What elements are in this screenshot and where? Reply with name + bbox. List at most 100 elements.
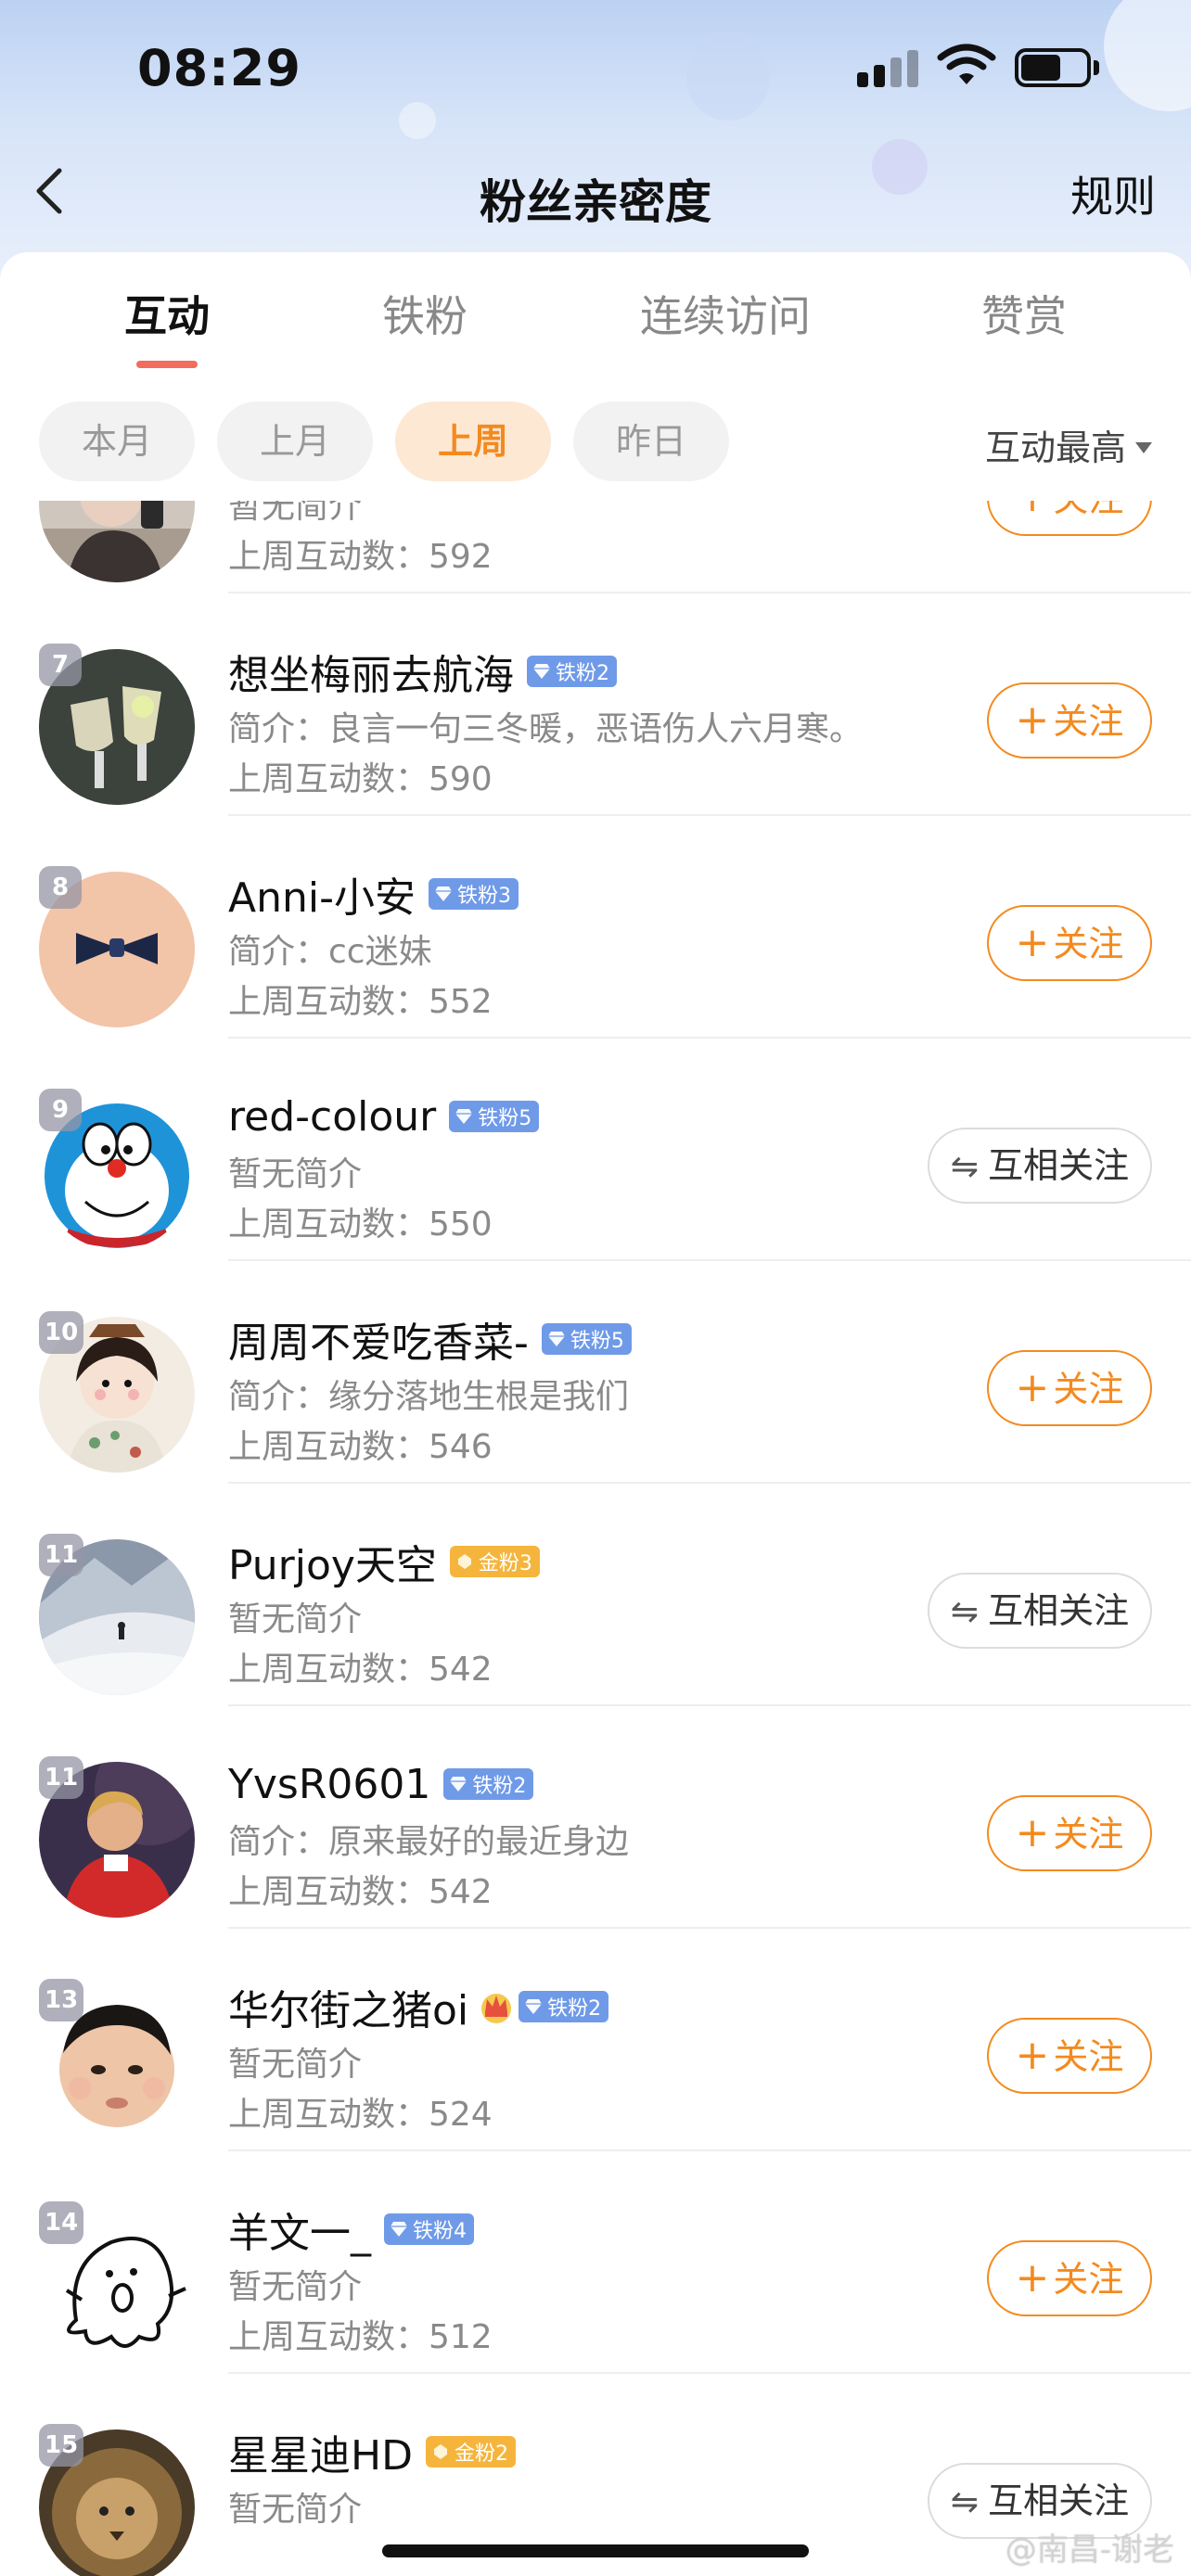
rank-badge: 8 bbox=[39, 866, 82, 909]
name-line: 周周不爱吃香菜- 铁粉5 bbox=[228, 1306, 933, 1372]
interaction-count: 上周互动数：592 bbox=[228, 538, 493, 576]
cellular-signal-icon bbox=[857, 46, 922, 87]
chip-last-week[interactable]: 上周 bbox=[395, 402, 551, 481]
fan-info: 华尔街之猪oi 铁粉2 暂无简介 上周互动数：524 bbox=[228, 1973, 933, 2140]
username[interactable]: 周周不爱吃香菜- bbox=[228, 1309, 529, 1369]
username[interactable]: 星星迪HD bbox=[228, 2422, 413, 2481]
fan-level-badge: 铁粉5 bbox=[541, 1323, 632, 1355]
follow-button[interactable]: +关注 bbox=[987, 682, 1152, 759]
rank-badge: 10 bbox=[39, 1311, 84, 1354]
swap-arrows-icon: ⇋ bbox=[950, 1148, 980, 1186]
fan-info: 周周不爱吃香菜- 铁粉5 简介：缘分落地生根是我们 上周互动数：546 bbox=[228, 1306, 933, 1473]
plus-icon: + bbox=[1016, 501, 1050, 521]
tab-consecutive-visits[interactable]: 连续访问 bbox=[640, 283, 811, 344]
follow-button[interactable]: +关注 bbox=[987, 501, 1152, 536]
username[interactable]: Anni-小安 bbox=[228, 864, 416, 924]
fan-info: 想坐梅丽去航海 铁粉2 简介：良言一句三冬暖，恶语伤人六月寒。 上周互动数：59… bbox=[228, 638, 933, 805]
rank-badge: 11 bbox=[39, 1756, 84, 1799]
fan-level-badge: 铁粉2 bbox=[443, 1768, 534, 1800]
fan-level-label: 铁粉4 bbox=[413, 2220, 467, 2243]
rules-link[interactable]: 规则 bbox=[1070, 163, 1156, 224]
chip-yesterday[interactable]: 昨日 bbox=[573, 402, 729, 481]
username[interactable]: 羊文一_ bbox=[228, 2200, 371, 2259]
username[interactable]: Purjoy天空 bbox=[228, 1532, 437, 1591]
rank-badge: 14 bbox=[39, 2201, 84, 2244]
swap-arrows-icon: ⇋ bbox=[950, 1593, 980, 1631]
fan-row[interactable]: 7 想坐梅丽去航海 铁粉2 简介：良言一句三冬暖，恶语伤人六月寒。 上周互动数：… bbox=[0, 593, 1191, 816]
name-line: 想坐梅丽去航海 铁粉2 bbox=[228, 638, 933, 705]
name-line: 羊文一_ 铁粉4 bbox=[228, 2196, 933, 2263]
diamond-icon bbox=[434, 886, 452, 901]
fan-level-badge: 铁粉2 bbox=[519, 1991, 609, 2022]
gold-gem-icon bbox=[457, 1554, 471, 1569]
fan-row[interactable]: 11 YvsR0601 铁粉2 简介：原来最好的最近身边 上周互动数：542 +… bbox=[0, 1706, 1191, 1929]
fan-level-label: 铁粉5 bbox=[478, 1107, 532, 1130]
tab-interaction[interactable]: 互动 bbox=[124, 283, 210, 344]
fan-level-badge: 铁粉2 bbox=[527, 656, 617, 687]
name-line: 华尔街之猪oi 铁粉2 bbox=[228, 1973, 933, 2040]
follow-button[interactable]: +关注 bbox=[987, 1350, 1152, 1426]
bio: 暂无简介 bbox=[228, 1155, 363, 1193]
interaction-count: 上周互动数：542 bbox=[228, 1873, 493, 1911]
plus-icon: + bbox=[1015, 1809, 1050, 1856]
fan-info: red-colour 铁粉5 暂无简介 上周互动数：550 bbox=[228, 1083, 933, 1250]
fan-row[interactable]: 8 Anni-小安 铁粉3 简介：cc迷妹 上周互动数：552 + 关注 bbox=[0, 816, 1191, 1039]
back-arrow-icon[interactable] bbox=[28, 163, 74, 219]
follow-button[interactable]: +关注 bbox=[987, 1795, 1152, 1871]
chip-this-month[interactable]: 本月 bbox=[39, 402, 195, 481]
caret-down-icon bbox=[1135, 441, 1152, 453]
fan-list[interactable]: 6 中午不当富婆bb 铁粉4 暂无简介 上周互动数：592 +关注 7 想坐梅丽… bbox=[0, 501, 1191, 2576]
rank-badge: 13 bbox=[39, 1979, 84, 2021]
crown-icon bbox=[481, 1994, 512, 2023]
fan-level-badge: 铁粉3 bbox=[428, 878, 519, 910]
fan-level-label: 铁粉2 bbox=[472, 1775, 527, 1798]
sort-dropdown[interactable]: 互动最高 bbox=[985, 419, 1152, 470]
plus-icon: + bbox=[1015, 696, 1050, 744]
chip-last-month[interactable]: 上月 bbox=[217, 402, 373, 481]
username[interactable]: YvsR0601 bbox=[228, 1761, 430, 1808]
follow-button[interactable]: +关注 bbox=[987, 2240, 1152, 2316]
diamond-icon bbox=[450, 1777, 467, 1792]
tab-iron-fans[interactable]: 铁粉 bbox=[382, 283, 467, 344]
name-line: Anni-小安 铁粉3 bbox=[228, 861, 933, 927]
mutual-follow-label: 互相关注 bbox=[988, 1145, 1130, 1186]
tab-rewards[interactable]: 赞赏 bbox=[981, 283, 1067, 344]
avatar[interactable] bbox=[39, 501, 195, 582]
rank-badge: 11 bbox=[39, 1534, 84, 1576]
username[interactable]: red-colour bbox=[228, 1093, 436, 1141]
follow-button[interactable]: +关注 bbox=[987, 905, 1152, 981]
fan-level-label: 铁粉3 bbox=[456, 885, 511, 908]
bio: 简介：原来最好的最近身边 bbox=[228, 1823, 630, 1861]
follow-button[interactable]: +关注 bbox=[987, 2018, 1152, 2094]
username[interactable]: 华尔街之猪oi bbox=[228, 1977, 468, 2036]
status-time: 08:29 bbox=[137, 39, 301, 97]
fan-row[interactable]: 14 羊文一_ 铁粉4 暂无简介 上周互动数：512 + 关注 bbox=[0, 2151, 1191, 2374]
swap-arrows-icon: ⇋ bbox=[950, 2483, 980, 2521]
home-indicator bbox=[382, 2544, 809, 2557]
plus-icon: + bbox=[1015, 919, 1050, 966]
name-line: red-colour 铁粉5 bbox=[228, 1083, 933, 1150]
fan-row[interactable]: 13 华尔街之猪oi 铁粉2 暂无简介 上周互动数：524 + 关注 bbox=[0, 1929, 1191, 2151]
mutual-follow-button[interactable]: ⇋ 互相关注 bbox=[928, 1128, 1152, 1204]
fan-info: YvsR0601 铁粉2 简介：原来最好的最近身边 上周互动数：542 bbox=[228, 1751, 933, 1918]
fan-row[interactable]: 9 red-colour 铁粉5 暂无简介 上周互动数：550 ⇋ 互相关注 bbox=[0, 1039, 1191, 1261]
rank-badge: 7 bbox=[39, 644, 82, 686]
mutual-follow-button[interactable]: ⇋ 互相关注 bbox=[928, 1573, 1152, 1649]
follow-label: 关注 bbox=[1053, 501, 1123, 519]
fan-row[interactable]: 10 周周不爱吃香菜- 铁粉5 简介：缘分落地生根是我们 上周互动数：546 +… bbox=[0, 1261, 1191, 1484]
diamond-icon bbox=[525, 1999, 543, 2014]
bio: 暂无简介 bbox=[228, 1600, 363, 1639]
fan-info: Anni-小安 铁粉3 简介：cc迷妹 上周互动数：552 bbox=[228, 861, 933, 1027]
username[interactable]: 想坐梅丽去航海 bbox=[228, 642, 514, 701]
bio: 暂无简介 bbox=[228, 2268, 363, 2306]
bio: 暂无简介 bbox=[228, 501, 363, 526]
fan-level-label: 铁粉2 bbox=[547, 1997, 602, 2021]
sort-label: 互动最高 bbox=[984, 427, 1126, 468]
interaction-count: 上周互动数：546 bbox=[228, 1428, 493, 1466]
fan-row[interactable]: 11 Purjoy天空 金粉3 暂无简介 上周互动数：542 ⇋ 互相关注 bbox=[0, 1484, 1191, 1706]
fan-row[interactable]: 6 中午不当富婆bb 铁粉4 暂无简介 上周互动数：592 +关注 bbox=[0, 501, 1191, 593]
active-tab-underline bbox=[136, 361, 198, 368]
bio: 简介：cc迷妹 bbox=[228, 933, 432, 971]
name-line: Purjoy天空 金粉3 bbox=[228, 1528, 933, 1595]
decor-bubble bbox=[872, 139, 928, 195]
